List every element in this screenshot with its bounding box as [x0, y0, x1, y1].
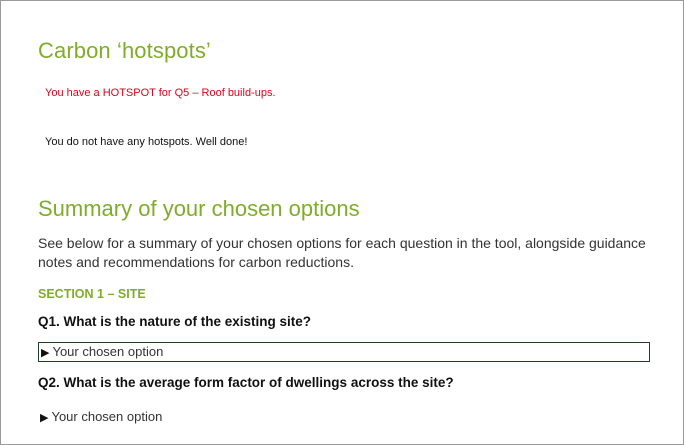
triangle-right-icon: ▶ [40, 412, 49, 424]
q2-chosen-option-toggle[interactable]: ▶ Your chosen option [38, 408, 162, 427]
report-page: Carbon ‘hotspots’ You have a HOTSPOT for… [0, 0, 684, 445]
summary-heading: Summary of your chosen options [38, 196, 360, 221]
hotspots-heading: Carbon ‘hotspots’ [38, 38, 211, 63]
triangle-right-icon: ▶ [41, 347, 50, 359]
q1-chosen-option-toggle[interactable]: ▶ Your chosen option [38, 342, 650, 362]
section-1-label: SECTION 1 – SITE [38, 287, 146, 301]
summary-intro: See below for a summary of your chosen o… [38, 235, 646, 270]
no-hotspots-text: You do not have any hotspots. Well done! [45, 136, 248, 148]
question-2: Q2. What is the average form factor of d… [38, 375, 454, 390]
q1-chosen-option-label: Your chosen option [52, 344, 164, 359]
q2-chosen-option-label: Your chosen option [51, 409, 163, 424]
hotspot-alert-text: You have a HOTSPOT for Q5 – Roof build-u… [45, 87, 276, 99]
question-1: Q1. What is the nature of the existing s… [38, 314, 312, 329]
